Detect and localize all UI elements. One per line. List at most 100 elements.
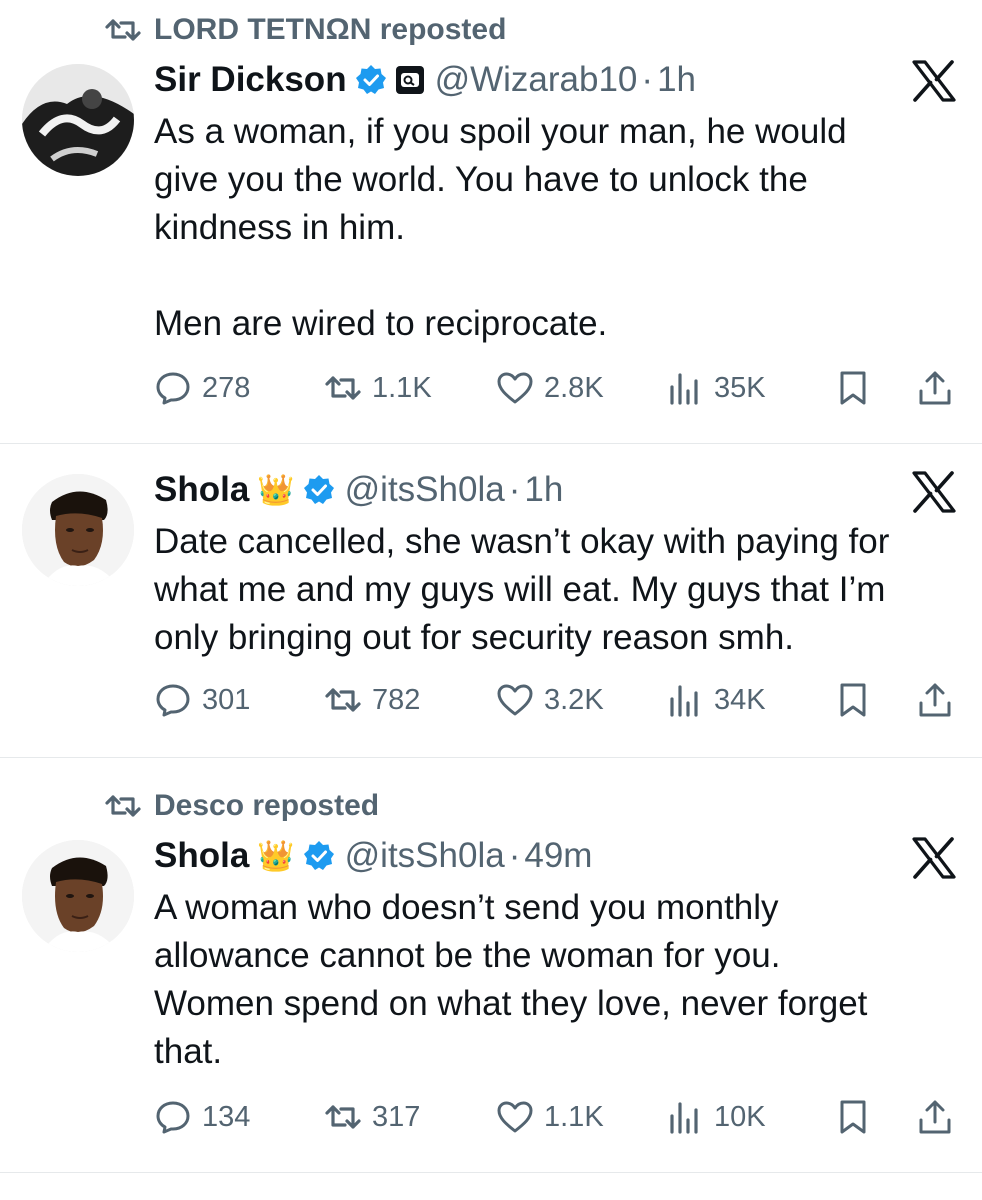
like-count: 2.8K — [544, 371, 604, 404]
avatar[interactable] — [22, 64, 134, 176]
action-bar: 301 782 3.2K 34K — [154, 678, 964, 722]
share-button[interactable] — [916, 366, 954, 410]
repost-count: 317 — [372, 1100, 421, 1133]
repost-icon — [325, 1105, 361, 1129]
x-logo-icon[interactable] — [912, 471, 956, 513]
like-button[interactable]: 1.1K — [496, 1095, 604, 1139]
repost-button[interactable]: 317 — [324, 1095, 420, 1139]
crown-emoji: 👑 — [257, 473, 295, 507]
separator-dot: · — [508, 836, 521, 875]
like-icon — [497, 1101, 533, 1133]
tweet-header: Shola 👑 @itsSh0la · 49m — [154, 834, 592, 878]
tweet-time[interactable]: 1h — [657, 60, 696, 100]
tweet-text-line: Women spend on what they love, never for… — [154, 984, 868, 1023]
paragraph-break — [154, 252, 954, 300]
repost-icon — [105, 795, 141, 817]
views-icon — [670, 1102, 698, 1134]
author-handle[interactable]: @itsSh0la — [345, 470, 505, 510]
separator-dot: · — [508, 470, 521, 509]
tweet-text-line: Men are wired to reciprocate. — [154, 304, 608, 343]
avatar-image — [22, 474, 134, 586]
avatar-image — [22, 840, 134, 952]
repost-button[interactable]: 1.1K — [324, 366, 432, 410]
author-handle[interactable]: @itsSh0la — [345, 836, 505, 876]
share-icon — [919, 1100, 951, 1134]
repost-label: Desco reposted — [154, 789, 380, 822]
x-logo-icon[interactable] — [912, 837, 956, 879]
reply-button[interactable]: 301 — [154, 678, 250, 722]
verified-badge-icon — [303, 475, 334, 504]
reply-icon — [156, 684, 190, 717]
views-count: 35K — [714, 371, 766, 404]
reply-button[interactable]: 134 — [154, 1095, 250, 1139]
like-button[interactable]: 3.2K — [496, 678, 604, 722]
verified-badge-icon — [355, 65, 386, 94]
repost-count: 1.1K — [372, 371, 432, 404]
affiliate-badge-icon — [395, 66, 424, 94]
tweet-text: Date cancelled, she wasn’t okay with pay… — [154, 518, 954, 662]
author-name[interactable]: Shola — [154, 470, 249, 510]
verified-badge-icon — [303, 841, 334, 870]
tweet-text-line: only bringing out for security reason sm… — [154, 618, 795, 657]
bookmark-button[interactable] — [834, 678, 872, 722]
reply-icon — [156, 1101, 190, 1134]
avatar-image — [22, 64, 134, 176]
views-button[interactable]: 35K — [666, 366, 766, 410]
tweet-text-line: Date cancelled, she wasn’t okay with pay… — [154, 522, 890, 561]
avatar[interactable] — [22, 840, 134, 952]
repost-context: LORD TETNΩN reposted — [104, 12, 506, 48]
like-count: 3.2K — [544, 683, 604, 716]
tweet-header: Sir Dickson @Wizarab10 · 1h — [154, 58, 696, 102]
tweet-text-line: kindness in him. — [154, 208, 405, 247]
crown-emoji: 👑 — [257, 839, 295, 873]
tweet-text-line: As a woman, if you spoil your man, he wo… — [154, 112, 847, 151]
like-icon — [497, 684, 533, 716]
tweet-time[interactable]: 1h — [524, 470, 563, 510]
reply-count: 134 — [202, 1100, 251, 1133]
action-bar: 134 317 1.1K 10K — [154, 1095, 964, 1139]
divider — [0, 1172, 982, 1173]
bookmark-button[interactable] — [834, 1095, 872, 1139]
author-name[interactable]: Sir Dickson — [154, 60, 347, 100]
like-button[interactable]: 2.8K — [496, 366, 604, 410]
views-icon — [670, 685, 698, 717]
repost-icon — [325, 376, 361, 400]
views-count: 10K — [714, 1100, 766, 1133]
repost-label: LORD TETNΩN reposted — [154, 13, 507, 46]
separator-dot: · — [641, 60, 654, 99]
bookmark-button[interactable] — [834, 366, 872, 410]
repost-button[interactable]: 782 — [324, 678, 420, 722]
like-icon — [497, 372, 533, 404]
views-count: 34K — [714, 683, 766, 716]
x-logo-icon[interactable] — [912, 60, 956, 102]
tweet-text-line: what me and my guys will eat. My guys th… — [154, 570, 886, 609]
views-icon — [670, 373, 698, 405]
tweet-text: A woman who doesn’t send you monthly all… — [154, 884, 954, 1076]
tweet-text-line: A woman who doesn’t send you monthly — [154, 888, 779, 927]
author-name[interactable]: Shola — [154, 836, 249, 876]
reply-count: 301 — [202, 683, 251, 716]
share-button[interactable] — [916, 1095, 954, 1139]
tweet-time[interactable]: 49m — [524, 836, 592, 876]
repost-context: Desco reposted — [104, 788, 379, 824]
share-button[interactable] — [916, 678, 954, 722]
bookmark-icon — [840, 371, 866, 405]
action-bar: 278 1.1K 2.8K 35K — [154, 366, 964, 410]
divider — [0, 757, 982, 758]
avatar[interactable] — [22, 474, 134, 586]
views-button[interactable]: 34K — [666, 678, 766, 722]
repost-count: 782 — [372, 683, 421, 716]
tweet-text: As a woman, if you spoil your man, he wo… — [154, 108, 954, 348]
bookmark-icon — [840, 1100, 866, 1134]
reply-count: 278 — [202, 371, 251, 404]
reply-icon — [156, 372, 190, 405]
tweet-header: Shola 👑 @itsSh0la · 1h — [154, 468, 563, 512]
reply-button[interactable]: 278 — [154, 366, 250, 410]
share-icon — [919, 371, 951, 405]
repost-icon — [105, 19, 141, 41]
author-handle[interactable]: @Wizarab10 — [435, 60, 638, 100]
tweet-text-line: allowance cannot be the woman for you. — [154, 936, 781, 975]
views-button[interactable]: 10K — [666, 1095, 766, 1139]
repost-icon — [325, 688, 361, 712]
bookmark-icon — [840, 683, 866, 717]
